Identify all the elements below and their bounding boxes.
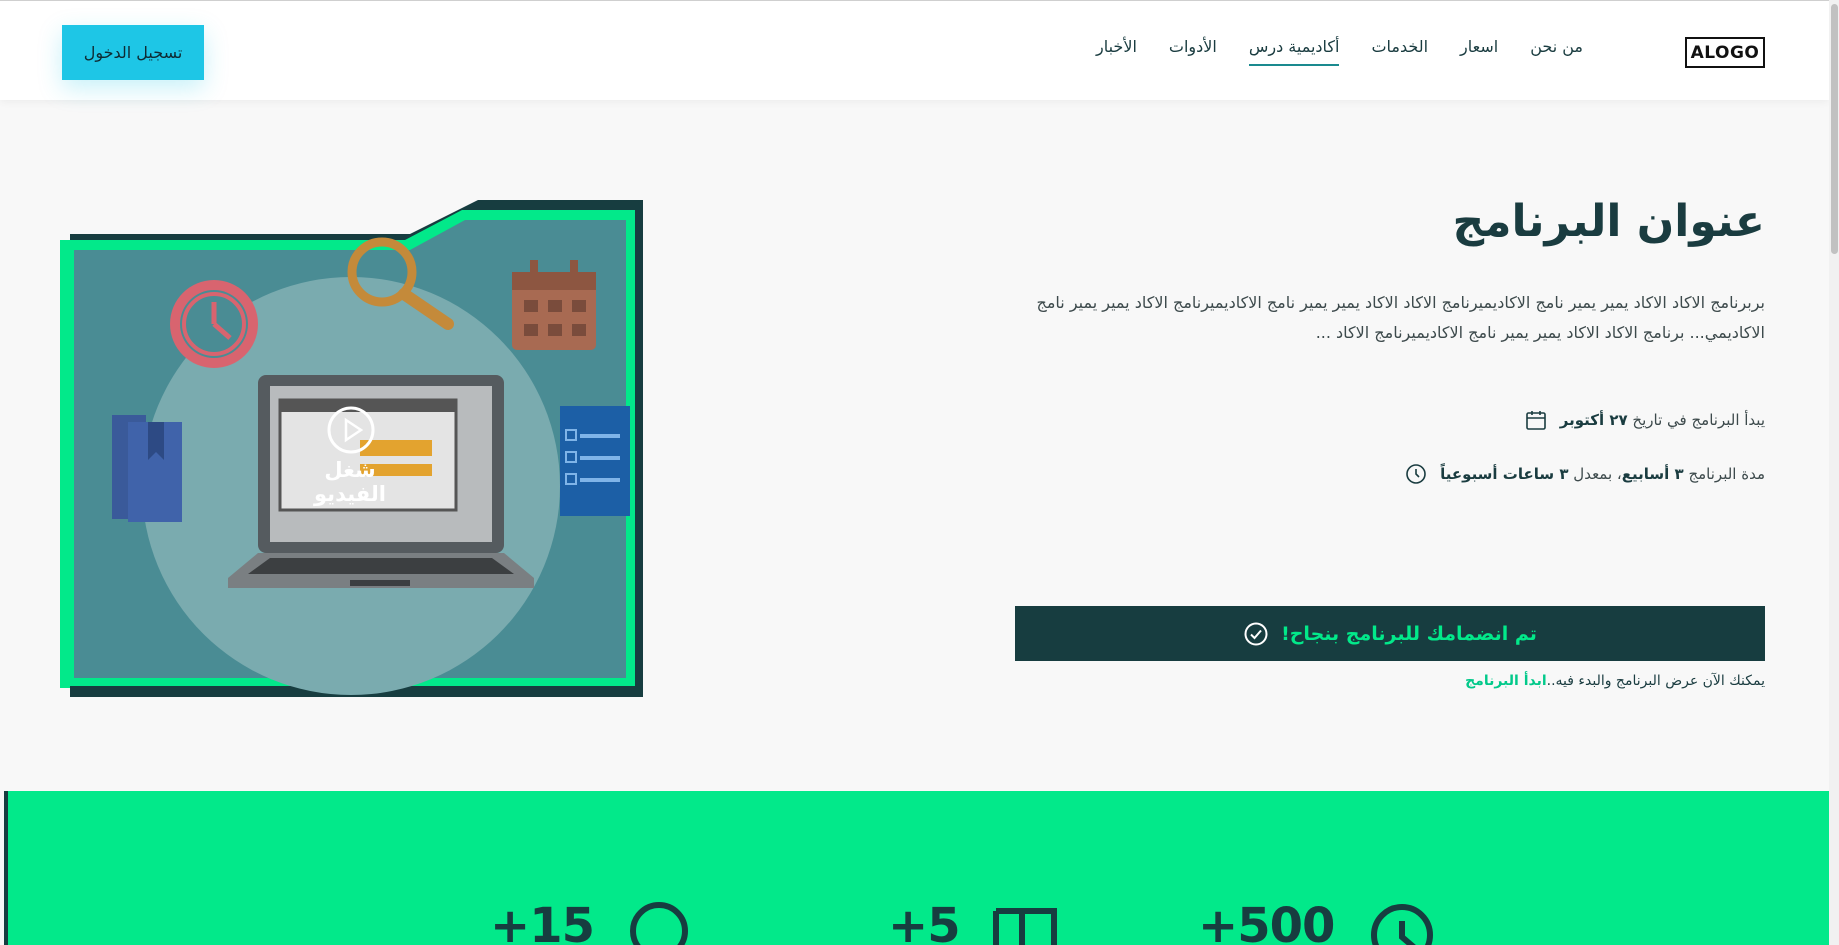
start-prefix: يبدأ البرنامج في تاريخ xyxy=(1632,411,1765,429)
program-duration-row: مدة البرنامج ٣ أسابيع، بمعدل ٣ ساعات أسب… xyxy=(1404,462,1765,486)
program-duration-text: مدة البرنامج ٣ أسابيع، بمعدل ٣ ساعات أسب… xyxy=(1440,465,1765,483)
start-date: ٢٧ أكتوبر xyxy=(1559,411,1628,429)
scrollbar-thumb[interactable] xyxy=(1831,4,1838,254)
checklist-icon xyxy=(560,406,630,516)
program-description: بربرنامج الاكاد الاكاد يمير يمير نامج ال… xyxy=(1036,293,1765,342)
stat-value: +500 xyxy=(1198,898,1335,945)
nav-item-news[interactable]: الأخبار xyxy=(1096,37,1137,66)
duration-hours: ٣ ساعات أسبوعياً xyxy=(1440,465,1569,483)
duration-weeks: ٣ أسابيع xyxy=(1621,465,1684,483)
login-button[interactable]: تسجيل الدخول xyxy=(62,25,204,80)
nav-item-prices[interactable]: اسعار xyxy=(1460,37,1498,66)
circle-icon xyxy=(630,902,689,945)
stat-value: +5 xyxy=(888,898,961,945)
clock-icon xyxy=(1406,464,1426,484)
nav-item-services[interactable]: الخدمات xyxy=(1371,37,1428,66)
start-program-link[interactable]: ابدأ البرنامج xyxy=(1465,673,1547,689)
stats-band: +15 +5 +500 xyxy=(4,791,1829,945)
duration-middle: ، بمعدل xyxy=(1573,465,1622,483)
book-icon xyxy=(992,908,1057,945)
start-note-text: يمكنك الآن عرض البرنامج والبدء فيه.. xyxy=(1546,673,1765,689)
joined-success-banner: تم انضمامك للبرنامج بنجاح! xyxy=(1015,606,1765,661)
site-logo[interactable]: ALOGO xyxy=(1685,37,1765,68)
site-header: ALOGO من نحن اسعار الخدمات أكاديمية درس … xyxy=(0,0,1829,100)
stat-value: +15 xyxy=(490,898,595,945)
play-video-label[interactable]: شغل الفيديو xyxy=(290,458,410,506)
nav-item-about[interactable]: من نحن xyxy=(1530,37,1583,66)
clock-icon xyxy=(1371,904,1434,945)
stat-item: +5 xyxy=(888,891,1060,945)
duration-prefix: مدة البرنامج xyxy=(1688,465,1765,483)
stat-item: +15 xyxy=(490,891,694,945)
books-icon xyxy=(112,415,182,522)
gear-clock-icon xyxy=(170,280,258,368)
check-circle-icon xyxy=(1244,622,1268,645)
start-note: يمكنك الآن عرض البرنامج والبدء فيه..ابدأ… xyxy=(1465,673,1765,689)
play-video-button[interactable] xyxy=(326,405,376,455)
joined-message: تم انضمامك للبرنامج بنجاح! xyxy=(1281,622,1537,645)
calendar-icon xyxy=(1525,411,1546,430)
calendar-illustration xyxy=(512,260,596,350)
main-nav: من نحن اسعار الخدمات أكاديمية درس الأدوا… xyxy=(1096,37,1583,66)
program-start-text: يبدأ البرنامج في تاريخ ٢٧ أكتوبر xyxy=(1560,411,1765,429)
nav-item-tools[interactable]: الأدوات xyxy=(1169,37,1217,66)
program-start-row: يبدأ البرنامج في تاريخ ٢٧ أكتوبر xyxy=(1524,408,1765,432)
stat-item: +500 xyxy=(1198,891,1434,945)
program-title: عنوان البرنامج xyxy=(1452,196,1766,247)
nav-item-academy[interactable]: أكاديمية درس xyxy=(1248,37,1340,66)
